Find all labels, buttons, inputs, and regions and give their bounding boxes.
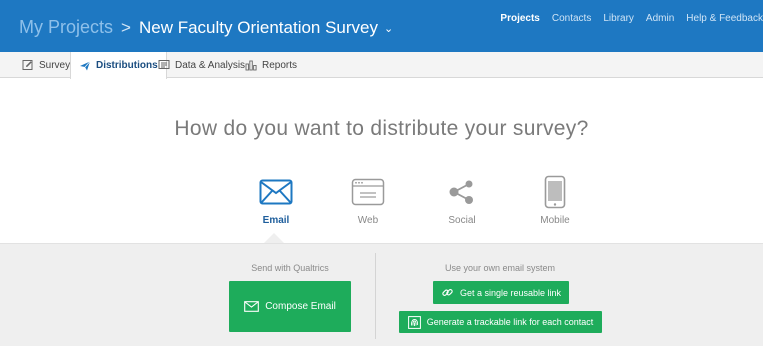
trackable-link-label: Generate a trackable link for each conta… bbox=[426, 317, 594, 327]
nav-help-feedback[interactable]: Help & Feedback bbox=[686, 13, 763, 24]
channel-web[interactable]: Web bbox=[328, 172, 408, 226]
breadcrumb-separator: > bbox=[121, 17, 131, 37]
email-options-panel bbox=[0, 243, 763, 346]
edit-icon bbox=[22, 59, 34, 71]
project-name-dropdown[interactable]: New Faculty Orientation Survey bbox=[139, 18, 378, 38]
compose-email-button[interactable]: Compose Email bbox=[229, 281, 351, 332]
channel-web-label: Web bbox=[357, 215, 379, 226]
tab-survey[interactable]: Survey bbox=[22, 52, 70, 78]
tab-distributions-label: Distributions bbox=[96, 60, 158, 71]
channel-email[interactable]: Email bbox=[236, 172, 316, 226]
page-headline: How do you want to distribute your surve… bbox=[174, 117, 589, 140]
link-icon bbox=[441, 286, 454, 299]
paper-plane-icon bbox=[79, 60, 91, 72]
nav-library[interactable]: Library bbox=[603, 13, 634, 24]
phone-icon bbox=[515, 172, 595, 212]
tab-data-analysis-label: Data & Analysis bbox=[175, 59, 246, 71]
compose-email-label: Compose Email bbox=[265, 301, 336, 312]
fingerprint-icon bbox=[407, 315, 421, 329]
nav-contacts[interactable]: Contacts bbox=[552, 13, 591, 24]
top-header-bar: My Projects > New Faculty Orientation Su… bbox=[0, 0, 763, 52]
envelope-icon bbox=[236, 172, 316, 212]
trackable-link-button[interactable]: Generate a trackable link for each conta… bbox=[399, 311, 602, 333]
envelope-icon bbox=[244, 301, 260, 312]
channel-social-label: Social bbox=[448, 215, 476, 226]
channel-email-label: Email bbox=[262, 215, 290, 226]
send-with-qualtrics-label: Send with Qualtrics bbox=[251, 263, 329, 273]
data-icon bbox=[158, 59, 170, 71]
reusable-link-label: Get a single reusable link bbox=[459, 287, 562, 298]
tab-distributions[interactable]: Distributions bbox=[70, 52, 167, 79]
channel-mobile-label: Mobile bbox=[540, 215, 570, 226]
share-icon bbox=[422, 172, 502, 212]
chevron-down-icon[interactable]: ⌄ bbox=[384, 22, 393, 35]
tab-reports[interactable]: Reports bbox=[245, 52, 297, 78]
top-nav: Projects Contacts Library Admin Help & F… bbox=[500, 13, 763, 24]
channel-mobile[interactable]: Mobile bbox=[515, 172, 595, 226]
tab-survey-label: Survey bbox=[39, 59, 71, 71]
own-email-system-label: Use your own email system bbox=[444, 263, 556, 273]
browser-window-icon bbox=[328, 172, 408, 212]
project-tab-bar: Survey Distributions Data & Analysis Rep… bbox=[0, 52, 763, 79]
panel-divider bbox=[375, 253, 376, 339]
tab-data-analysis[interactable]: Data & Analysis bbox=[158, 52, 245, 78]
nav-projects[interactable]: Projects bbox=[500, 13, 539, 24]
channel-social[interactable]: Social bbox=[422, 172, 502, 226]
my-projects-link[interactable]: My Projects bbox=[19, 17, 113, 38]
bar-chart-icon bbox=[245, 59, 257, 71]
breadcrumb: My Projects > New Faculty Orientation Su… bbox=[19, 17, 393, 38]
reusable-link-button[interactable]: Get a single reusable link bbox=[433, 281, 569, 304]
tab-reports-label: Reports bbox=[262, 59, 298, 71]
nav-admin[interactable]: Admin bbox=[646, 13, 674, 24]
